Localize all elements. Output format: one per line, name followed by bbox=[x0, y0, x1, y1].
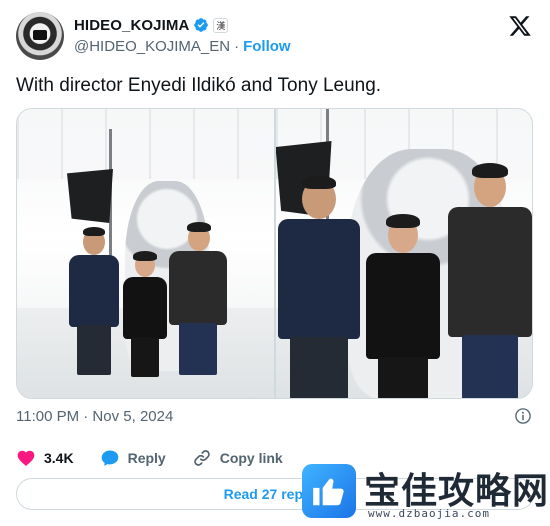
info-icon[interactable] bbox=[514, 407, 532, 425]
site-watermark: 宝佳攻略网 www.dzbaojia.com bbox=[296, 458, 550, 526]
person-right bbox=[447, 163, 532, 398]
like-button[interactable]: 3.4K bbox=[16, 448, 74, 468]
link-icon bbox=[193, 450, 210, 466]
reply-bubble-icon bbox=[101, 450, 118, 466]
tweet-timestamp[interactable]: 11:00 PM · Nov 5, 2024 bbox=[16, 408, 173, 425]
x-logo-icon[interactable] bbox=[508, 14, 532, 38]
likes-count: 3.4K bbox=[44, 450, 74, 466]
copy-link-label: Copy link bbox=[219, 450, 283, 466]
handle-row: @HIDEO_KOJIMA_EN · Follow bbox=[74, 38, 291, 55]
photo-left[interactable] bbox=[17, 109, 274, 398]
thumbs-up-icon bbox=[313, 478, 344, 506]
author-names: HIDEO_KOJIMA 漢 @HIDEO_KOJIMA_EN · Follow bbox=[74, 15, 291, 56]
affiliation-badge[interactable]: 漢 bbox=[213, 17, 229, 33]
reply-button[interactable]: Reply bbox=[100, 448, 166, 468]
watermark-logo bbox=[302, 464, 356, 518]
tweet-card: HIDEO_KOJIMA 漢 @HIDEO_KOJIMA_EN · Follow… bbox=[0, 0, 550, 526]
separator-dot: · bbox=[234, 38, 240, 55]
author-handle[interactable]: @HIDEO_KOJIMA_EN bbox=[74, 38, 230, 55]
person-middle bbox=[365, 214, 440, 398]
reply-label: Reply bbox=[127, 450, 166, 466]
person-middle bbox=[123, 251, 167, 379]
person-left bbox=[69, 227, 119, 379]
black-flag bbox=[67, 169, 113, 223]
action-bar: 3.4K Reply Copy link bbox=[16, 446, 309, 470]
person-left bbox=[277, 176, 360, 398]
tweet-header: HIDEO_KOJIMA 漢 @HIDEO_KOJIMA_EN · Follow bbox=[16, 12, 536, 60]
verified-badge-icon[interactable] bbox=[193, 17, 209, 33]
copy-link-button[interactable]: Copy link bbox=[192, 448, 283, 468]
photo-ceiling bbox=[17, 109, 274, 179]
person-right bbox=[169, 222, 227, 379]
follow-button[interactable]: Follow bbox=[243, 38, 291, 55]
author-display-name[interactable]: HIDEO_KOJIMA bbox=[74, 17, 189, 34]
heart-icon bbox=[17, 450, 35, 466]
media-grid bbox=[16, 108, 533, 399]
avatar-graphic bbox=[33, 30, 47, 40]
photo-right[interactable] bbox=[275, 109, 532, 398]
watermark-url: www.dzbaojia.com bbox=[368, 507, 490, 520]
name-row: HIDEO_KOJIMA 漢 bbox=[74, 15, 291, 35]
tweet-text: With director Enyedi Ildikó and Tony Leu… bbox=[16, 75, 382, 96]
author-avatar[interactable] bbox=[16, 12, 64, 60]
